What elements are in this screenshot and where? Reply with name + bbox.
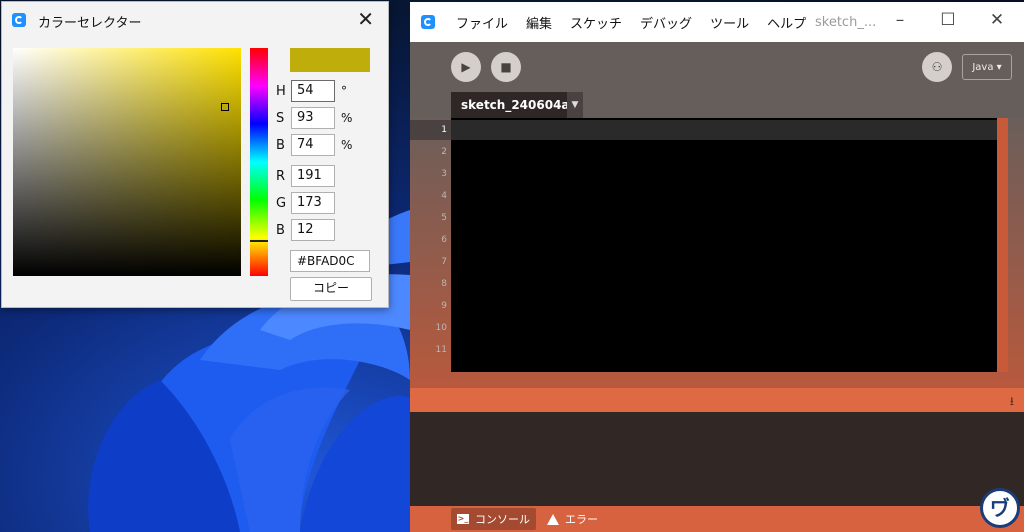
saturation-field-row: S 93 % <box>276 106 352 130</box>
warning-icon <box>547 513 559 525</box>
brightness-unit: % <box>341 138 353 152</box>
green-field-row: G 173 <box>276 191 335 215</box>
color-selector-window: カラーセレクター ✕ H 54 ° S 93 % B 74 % R 191 G … <box>1 1 389 308</box>
site-logo-watermark: ヷ <box>980 488 1020 528</box>
saturation-input[interactable]: 93 <box>291 107 335 129</box>
color-preview-swatch <box>290 48 370 72</box>
blue-input[interactable]: 12 <box>291 219 335 241</box>
status-bar: >_ コンソール エラー <box>410 506 1024 532</box>
errors-tab-label: エラー <box>565 513 598 526</box>
play-icon: ▶ <box>461 60 471 74</box>
brightness-label: B <box>276 137 285 153</box>
watermark-glyph: ヷ <box>990 496 1010 520</box>
color-selector-title: カラーセレクター <box>38 16 142 31</box>
tab-row: sketch_240604a ▼ <box>410 92 1024 118</box>
menu-tools[interactable]: ツール <box>710 13 749 32</box>
line-number: 7 <box>441 257 447 267</box>
green-label: G <box>276 195 287 211</box>
hue-input[interactable]: 54 <box>291 80 335 102</box>
menu-help[interactable]: ヘルプ <box>767 13 806 32</box>
console-divider[interactable]: ⭳ <box>410 388 1024 412</box>
blue-label: B <box>276 222 285 238</box>
hex-input[interactable]: #BFAD0C <box>290 250 370 272</box>
line-number: 9 <box>441 301 447 311</box>
saturation-label: S <box>276 110 285 126</box>
console-tab[interactable]: >_ コンソール <box>451 508 536 530</box>
vertical-scrollbar[interactable] <box>997 118 1008 372</box>
ide-window: ファイル 編集 スケッチ デバッグ ツール ヘルプ sketch_... – ☐… <box>410 2 1024 532</box>
brightness-input[interactable]: 74 <box>291 134 335 156</box>
maximize-icon[interactable]: ☐ <box>936 10 960 30</box>
hue-unit: ° <box>341 84 347 98</box>
line-number-gutter: 1 2 3 4 5 6 7 8 9 10 11 <box>410 118 451 388</box>
line-number: 1 <box>441 125 447 135</box>
hue-field-row: H 54 ° <box>276 79 347 103</box>
green-input[interactable]: 173 <box>291 192 335 214</box>
menu-bar: ファイル 編集 スケッチ デバッグ ツール ヘルプ <box>456 2 806 42</box>
hue-slider-marker[interactable] <box>250 240 268 242</box>
processing-app-icon <box>12 13 26 27</box>
current-line-highlight <box>451 120 997 140</box>
line-number: 6 <box>441 235 447 245</box>
ide-titlebar[interactable]: ファイル 編集 スケッチ デバッグ ツール ヘルプ sketch_... – ☐… <box>410 2 1024 42</box>
blue-field-row: B 12 <box>276 218 335 242</box>
console-area[interactable] <box>410 412 1024 506</box>
tab-sketch[interactable]: sketch_240604a <box>451 92 570 118</box>
stop-icon: ■ <box>500 60 512 74</box>
close-icon[interactable]: ✕ <box>357 7 374 31</box>
line-number: 11 <box>435 345 447 355</box>
collapse-console-icon[interactable]: ⭳ <box>1010 392 1014 413</box>
hue-label: H <box>276 83 286 99</box>
mode-label: Java <box>972 61 994 73</box>
console-tab-label: コンソール <box>475 513 530 526</box>
copy-button[interactable]: コピー <box>290 277 372 301</box>
ide-toolbar: ▶ ■ ⚇ Java ▾ <box>410 42 1024 92</box>
line-number: 2 <box>441 147 447 157</box>
terminal-icon: >_ <box>457 514 469 524</box>
line-number: 8 <box>441 279 447 289</box>
processing-app-icon <box>421 15 435 29</box>
red-field-row: R 191 <box>276 164 335 188</box>
debugger-button[interactable]: ⚇ <box>922 52 952 82</box>
line-number: 10 <box>435 323 447 333</box>
mode-selector[interactable]: Java ▾ <box>962 54 1012 80</box>
code-editor[interactable] <box>451 118 997 372</box>
color-cursor[interactable] <box>221 103 229 111</box>
saturation-unit: % <box>341 111 353 125</box>
minimize-icon[interactable]: – <box>888 10 912 30</box>
red-input[interactable]: 191 <box>291 165 335 187</box>
bug-icon: ⚇ <box>931 60 943 74</box>
stop-button[interactable]: ■ <box>491 52 521 82</box>
menu-sketch[interactable]: スケッチ <box>570 13 622 32</box>
errors-tab[interactable]: エラー <box>541 508 604 530</box>
line-number: 4 <box>441 191 447 201</box>
color-selector-titlebar[interactable]: カラーセレクター ✕ <box>2 2 388 38</box>
tab-menu-icon[interactable]: ▼ <box>567 92 583 118</box>
red-label: R <box>276 168 286 184</box>
window-title: sketch_... <box>815 15 877 30</box>
line-number: 5 <box>441 213 447 223</box>
line-number: 3 <box>441 169 447 179</box>
close-icon[interactable]: ✕ <box>985 10 1009 30</box>
menu-edit[interactable]: 編集 <box>526 13 552 32</box>
chevron-down-icon: ▾ <box>996 61 1002 73</box>
saturation-brightness-picker[interactable] <box>13 48 241 276</box>
menu-file[interactable]: ファイル <box>456 13 508 32</box>
editor-area: 1 2 3 4 5 6 7 8 9 10 11 <box>410 118 1024 388</box>
menu-debug[interactable]: デバッグ <box>640 13 692 32</box>
brightness-field-row: B 74 % <box>276 133 352 157</box>
run-button[interactable]: ▶ <box>451 52 481 82</box>
